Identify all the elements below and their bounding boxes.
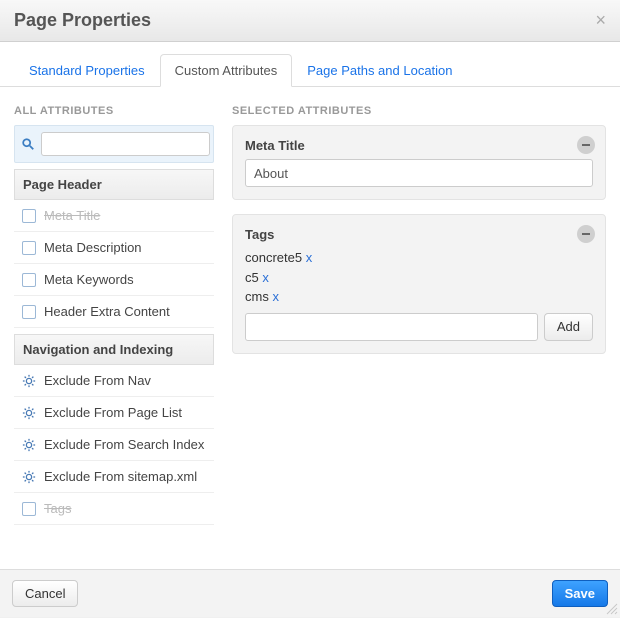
- meta-title-input[interactable]: [245, 159, 593, 187]
- close-icon[interactable]: ×: [595, 10, 606, 31]
- gear-icon: [22, 406, 36, 420]
- attr-meta-title[interactable]: Meta Title: [14, 200, 214, 232]
- gear-icon: [22, 374, 36, 388]
- attribute-search-input[interactable]: [41, 132, 210, 156]
- attr-exclude-from-sitemap[interactable]: Exclude From sitemap.xml: [14, 461, 214, 493]
- tab-page-paths[interactable]: Page Paths and Location: [292, 54, 467, 87]
- selected-attributes-heading: SELECTED ATTRIBUTES: [232, 105, 606, 117]
- all-attributes-column: ALL ATTRIBUTES Page Header Meta Title Me…: [14, 105, 214, 525]
- text-attribute-icon: [22, 273, 36, 287]
- text-attribute-icon: [22, 209, 36, 223]
- attr-meta-keywords[interactable]: Meta Keywords: [14, 264, 214, 296]
- panel-title: Meta Title: [245, 138, 593, 153]
- attr-label: Exclude From Nav: [44, 373, 151, 388]
- panel-meta-title: Meta Title: [232, 125, 606, 200]
- attr-label: Exclude From Search Index: [44, 437, 204, 452]
- attr-header-extra-content[interactable]: Header Extra Content: [14, 296, 214, 328]
- minus-icon: [582, 144, 590, 146]
- gear-icon: [22, 470, 36, 484]
- attr-tags[interactable]: Tags: [14, 493, 214, 525]
- text-attribute-icon: [22, 305, 36, 319]
- attr-exclude-from-search-index[interactable]: Exclude From Search Index: [14, 429, 214, 461]
- panel-title: Tags: [245, 227, 593, 242]
- tag-remove-link[interactable]: x: [262, 270, 269, 285]
- tag-add-button[interactable]: Add: [544, 313, 593, 341]
- tabs: Standard Properties Custom Attributes Pa…: [0, 42, 620, 87]
- text-attribute-icon: [22, 241, 36, 255]
- tag-add-row: Add: [245, 313, 593, 341]
- remove-attribute-button[interactable]: [577, 225, 595, 243]
- dialog-body: Standard Properties Custom Attributes Pa…: [0, 42, 620, 569]
- tag-add-input[interactable]: [245, 313, 538, 341]
- content-area: ALL ATTRIBUTES Page Header Meta Title Me…: [0, 87, 620, 535]
- tag-remove-link[interactable]: x: [306, 250, 313, 265]
- all-attributes-heading: ALL ATTRIBUTES: [14, 105, 214, 117]
- tag-item: c5 x: [245, 268, 593, 288]
- remove-attribute-button[interactable]: [577, 136, 595, 154]
- cancel-button[interactable]: Cancel: [12, 580, 78, 607]
- attr-exclude-from-nav[interactable]: Exclude From Nav: [14, 365, 214, 397]
- attr-meta-description[interactable]: Meta Description: [14, 232, 214, 264]
- tab-custom-attributes[interactable]: Custom Attributes: [160, 54, 293, 87]
- dialog-title: Page Properties: [14, 10, 151, 31]
- panel-tags: Tags concrete5 x c5 x cms x Add: [232, 214, 606, 354]
- tag-text: c5: [245, 270, 259, 285]
- attr-label: Exclude From Page List: [44, 405, 182, 420]
- attr-label: Meta Keywords: [44, 272, 134, 287]
- text-attribute-icon: [22, 502, 36, 516]
- selected-attributes-column: SELECTED ATTRIBUTES Meta Title Tags conc…: [232, 105, 606, 525]
- attr-exclude-from-page-list[interactable]: Exclude From Page List: [14, 397, 214, 429]
- group-header-page-header: Page Header: [14, 169, 214, 200]
- attr-label: Header Extra Content: [44, 304, 170, 319]
- attr-label: Meta Title: [44, 208, 100, 223]
- attribute-search-row: [14, 125, 214, 163]
- attr-label: Exclude From sitemap.xml: [44, 469, 197, 484]
- attr-label: Tags: [44, 501, 71, 516]
- tag-item: cms x: [245, 287, 593, 307]
- resize-grip-icon[interactable]: [604, 601, 618, 615]
- tag-remove-link[interactable]: x: [272, 289, 279, 304]
- tags-list: concrete5 x c5 x cms x: [245, 248, 593, 307]
- save-button[interactable]: Save: [552, 580, 608, 607]
- page-properties-dialog: Page Properties × Standard Properties Cu…: [0, 0, 620, 617]
- dialog-header: Page Properties ×: [0, 0, 620, 42]
- minus-icon: [582, 233, 590, 235]
- tag-item: concrete5 x: [245, 248, 593, 268]
- search-icon: [21, 137, 35, 151]
- attr-label: Meta Description: [44, 240, 142, 255]
- tag-text: cms: [245, 289, 269, 304]
- tab-standard-properties[interactable]: Standard Properties: [14, 54, 160, 87]
- group-header-navigation: Navigation and Indexing: [14, 334, 214, 365]
- tag-text: concrete5: [245, 250, 302, 265]
- gear-icon: [22, 438, 36, 452]
- dialog-footer: Cancel Save: [0, 569, 620, 617]
